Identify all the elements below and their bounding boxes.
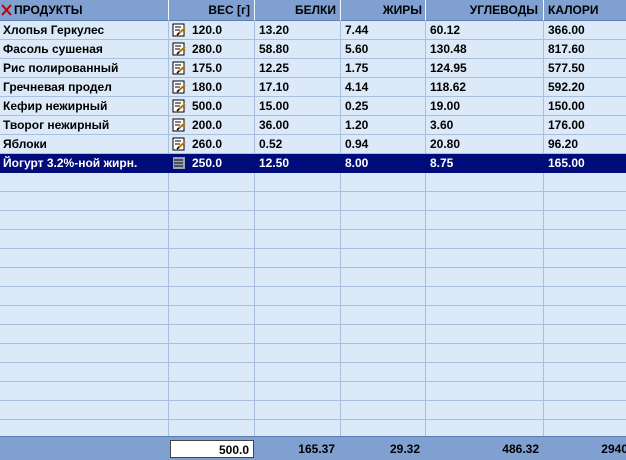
fat-value: 4.14 bbox=[345, 80, 369, 94]
calories-value: 150.00 bbox=[548, 99, 585, 113]
calories-value: 592.20 bbox=[548, 80, 585, 94]
empty-row bbox=[0, 211, 626, 230]
column-header-products[interactable]: ПРОДУКТЫ bbox=[14, 0, 164, 20]
fat-value: 0.94 bbox=[345, 137, 369, 151]
edit-weight-icon[interactable] bbox=[172, 80, 187, 94]
fat-value: 5.60 bbox=[345, 42, 369, 56]
product-name: Фасоль сушеная bbox=[3, 42, 103, 56]
protein-value: 12.50 bbox=[259, 156, 290, 170]
weight-value[interactable]: 180.0 bbox=[192, 78, 250, 96]
empty-row bbox=[0, 401, 626, 420]
empty-row bbox=[0, 268, 626, 287]
table-row[interactable]: Кефир нежирный 500.0 15.00 0.25 19.00 150.00 bbox=[0, 97, 626, 116]
column-header-protein[interactable]: БЕЛКИ bbox=[255, 0, 339, 20]
fat-value: 1.75 bbox=[345, 61, 369, 75]
protein-value: 0.52 bbox=[259, 137, 283, 151]
empty-row bbox=[0, 173, 626, 192]
column-header-calories[interactable]: КАЛОРИ bbox=[548, 0, 626, 20]
weight-value[interactable]: 250.0 bbox=[192, 154, 250, 172]
weight-value[interactable]: 280.0 bbox=[192, 40, 250, 58]
fat-value: 0.25 bbox=[345, 99, 369, 113]
calories-value: 165.00 bbox=[548, 156, 585, 170]
product-name: Яблоки bbox=[3, 137, 47, 151]
carbs-value: 124.95 bbox=[430, 61, 467, 75]
table-row[interactable]: Фасоль сушеная 280.0 58.80 5.60 130.48 817.60 bbox=[0, 40, 626, 59]
empty-row bbox=[0, 230, 626, 249]
empty-row bbox=[0, 192, 626, 211]
product-name: Кефир нежирный bbox=[3, 99, 108, 113]
edit-weight-icon[interactable] bbox=[172, 42, 187, 56]
calories-value: 366.00 bbox=[548, 23, 585, 37]
empty-row bbox=[0, 325, 626, 344]
edit-weight-icon[interactable] bbox=[172, 99, 187, 113]
protein-value: 15.00 bbox=[259, 99, 290, 113]
carbs-value: 130.48 bbox=[430, 42, 467, 56]
product-name: Хлопья Геркулес bbox=[3, 23, 105, 37]
calories-value: 176.00 bbox=[548, 118, 585, 132]
protein-value: 13.20 bbox=[259, 23, 290, 37]
column-header-carbs[interactable]: УГЛЕВОДЫ bbox=[426, 0, 541, 20]
weight-value[interactable]: 260.0 bbox=[192, 135, 250, 153]
protein-value: 58.80 bbox=[259, 42, 290, 56]
fat-value: 7.44 bbox=[345, 23, 369, 37]
weight-value[interactable]: 200.0 bbox=[192, 116, 250, 134]
close-icon[interactable] bbox=[1, 4, 12, 16]
empty-row bbox=[0, 287, 626, 306]
product-name: Гречневая продел bbox=[3, 80, 112, 94]
table-row[interactable]: Гречневая продел 180.0 17.10 4.14 118.62 592.… bbox=[0, 78, 626, 97]
edit-weight-icon[interactable] bbox=[172, 23, 187, 37]
empty-row bbox=[0, 344, 626, 363]
weight-value[interactable]: 175.0 bbox=[192, 59, 250, 77]
column-header-weight[interactable]: ВЕС [г] bbox=[169, 0, 252, 20]
table-row[interactable]: Творог нежирный 200.0 36.00 1.20 3.60 176.00 bbox=[0, 116, 626, 135]
total-carbs: 486.32 bbox=[502, 442, 539, 456]
edit-weight-icon[interactable] bbox=[172, 61, 187, 75]
table-row[interactable]: Йогурт 3.2%-ной жирн. 250.0 12.50 8.00 8.75 1… bbox=[0, 154, 626, 173]
calories-value: 96.20 bbox=[548, 137, 579, 151]
table-row[interactable]: Рис полированный 175.0 12.25 1.75 124.95 577.… bbox=[0, 59, 626, 78]
table-row[interactable]: Хлопья Геркулес 120.0 13.20 7.44 60.12 366.00 bbox=[0, 21, 626, 40]
edit-weight-icon[interactable] bbox=[172, 137, 187, 151]
total-protein: 165.37 bbox=[298, 442, 335, 456]
carbs-value: 3.60 bbox=[430, 118, 454, 132]
empty-row bbox=[0, 249, 626, 268]
total-weight-field[interactable]: 500.0 bbox=[170, 440, 254, 458]
protein-value: 17.10 bbox=[259, 80, 290, 94]
product-name: Рис полированный bbox=[3, 61, 119, 75]
empty-row bbox=[0, 306, 626, 325]
product-name: Йогурт 3.2%-ной жирн. bbox=[3, 156, 138, 170]
edit-weight-icon[interactable] bbox=[172, 156, 187, 170]
carbs-value: 118.62 bbox=[430, 80, 467, 94]
protein-value: 36.00 bbox=[259, 118, 290, 132]
protein-value: 12.25 bbox=[259, 61, 290, 75]
carbs-value: 60.12 bbox=[430, 23, 461, 37]
carbs-value: 8.75 bbox=[430, 156, 454, 170]
carbs-value: 19.00 bbox=[430, 99, 461, 113]
total-fat: 29.32 bbox=[389, 442, 420, 456]
product-name: Творог нежирный bbox=[3, 118, 110, 132]
edit-weight-icon[interactable] bbox=[172, 118, 187, 132]
total-calories: 2940 bbox=[601, 442, 626, 456]
empty-row bbox=[0, 382, 626, 401]
calories-value: 577.50 bbox=[548, 61, 585, 75]
table-header: ПРОДУКТЫ ВЕС [г] БЕЛКИ ЖИРЫ УГЛЕВОДЫ КАЛ… bbox=[0, 0, 626, 21]
weight-value[interactable]: 500.0 bbox=[192, 97, 250, 115]
fat-value: 1.20 bbox=[345, 118, 369, 132]
column-header-fat[interactable]: ЖИРЫ bbox=[341, 0, 424, 20]
weight-value[interactable]: 120.0 bbox=[192, 21, 250, 39]
calories-value: 817.60 bbox=[548, 42, 585, 56]
fat-value: 8.00 bbox=[345, 156, 369, 170]
nutrition-table: ПРОДУКТЫ ВЕС [г] БЕЛКИ ЖИРЫ УГЛЕВОДЫ КАЛ… bbox=[0, 0, 626, 460]
table-row[interactable]: Яблоки 260.0 0.52 0.94 20.80 96.20 bbox=[0, 135, 626, 154]
carbs-value: 20.80 bbox=[430, 137, 461, 151]
totals-bar: 500.0 165.37 29.32 486.32 2940 bbox=[0, 436, 626, 460]
empty-row bbox=[0, 363, 626, 382]
